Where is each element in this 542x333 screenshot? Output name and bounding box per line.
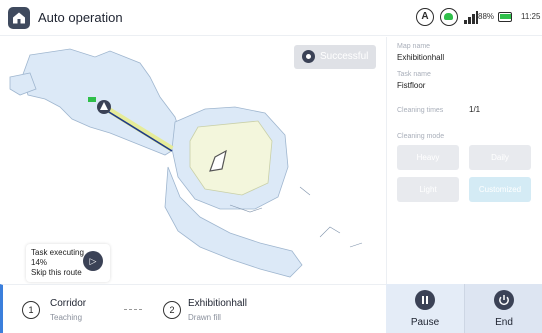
end-label: End [495,317,513,328]
task-status: Task executing [31,248,84,257]
cloud-status-icon [440,8,458,26]
step-1-number: 1 [22,301,40,319]
task-name-value: Fistfloor [397,81,426,90]
mode-customized-button[interactable]: Customized [469,177,531,202]
pause-icon [415,290,435,310]
task-progress-card: Task executing 14% Skip this route ▷ [26,244,110,282]
task-name-label: Task name [397,71,431,78]
end-button[interactable]: End [464,284,542,333]
battery-percent: 88% [478,12,495,21]
page-title: Auto operation [38,10,123,25]
home-button[interactable] [8,7,30,29]
cleaning-times-label: Cleaning times [397,107,444,114]
map-name-label: Map name [397,43,431,50]
status-badge: Successful [294,45,376,69]
skip-forward-icon: ▷ [89,256,97,266]
clock: 11:25 [521,12,541,21]
battery-icon [498,12,512,22]
mode-heavy-button[interactable]: Heavy [397,145,459,170]
mode-daily-button[interactable]: Daily [469,145,531,170]
cleaning-times-value: 1/1 [469,105,481,114]
auto-mode-icon: A [416,8,434,26]
step-1-title: Corridor [50,298,87,309]
power-icon [494,290,514,310]
step-2-title: Exhibitionhall [188,298,247,309]
mode-light-button[interactable]: Light [397,177,459,202]
home-icon [13,12,25,24]
step-connector [124,309,142,310]
pause-label: Pause [410,317,440,328]
map-name-value: Exhibitionhall [397,53,445,62]
signal-icon [464,11,478,24]
top-bar: Auto operation A 88% 11:25 [0,0,542,36]
status-badge-label: Successful [320,51,369,62]
map-view[interactable]: Successful Task executing 14% Skip this … [0,37,386,284]
pause-button[interactable]: Pause [386,284,464,333]
skip-route-label: Skip this route [31,268,82,277]
location-pin-icon [302,50,315,63]
step-2-subtitle: Drawn fill [188,313,221,322]
skip-route-button[interactable]: ▷ [83,251,103,271]
task-info-panel: Map name Exhibitionhall Task name Fistfl… [386,37,542,284]
task-progress: 14% [31,258,48,267]
cleaning-mode-label: Cleaning mode [397,133,445,140]
step-2-number: 2 [163,301,181,319]
step-1-subtitle: Teaching [50,313,83,322]
route-steps-bar: 1 Corridor Teaching 2 Exhibitionhall Dra… [0,284,386,333]
